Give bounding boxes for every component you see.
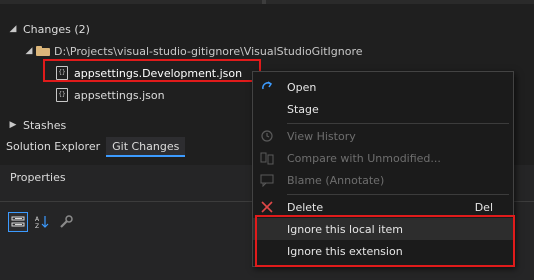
menu-item-label: Delete	[287, 200, 324, 214]
highlight-box-file	[43, 59, 261, 82]
changes-header-label: Changes (2)	[23, 22, 90, 36]
property-pages-button[interactable]	[56, 212, 76, 232]
menu-item-open[interactable]: Open	[253, 76, 513, 98]
menu-item-label: Open	[287, 80, 317, 94]
history-icon	[258, 127, 276, 145]
chevron-down-icon[interactable]: ◢	[24, 46, 34, 56]
chevron-right-icon[interactable]: ▶	[8, 120, 18, 130]
folder-node[interactable]: ◢ D:\Projects\visual-studio-gitignore\Vi…	[24, 42, 363, 60]
menu-separator	[287, 123, 509, 124]
tab-git-changes[interactable]: Git Changes	[106, 137, 186, 157]
menu-item-view-history: View History	[253, 125, 513, 147]
tool-window-tabs: Solution Explorer Git Changes	[0, 137, 186, 157]
alphabetical-button[interactable]: A Z	[32, 212, 52, 232]
tab-solution-explorer[interactable]: Solution Explorer	[0, 137, 106, 157]
menu-item-blame: Blame (Annotate)	[253, 169, 513, 191]
stashes-header-label: Stashes	[23, 118, 67, 132]
menu-item-compare: Compare with Unmodified...	[253, 147, 513, 169]
svg-text:Z: Z	[35, 223, 39, 229]
menu-item-label: Blame (Annotate)	[287, 173, 385, 187]
compare-icon	[258, 149, 276, 167]
folder-path-label: D:\Projects\visual-studio-gitignore\Visu…	[54, 44, 363, 58]
json-file-icon: {}	[56, 88, 68, 102]
categorized-icon	[11, 216, 25, 227]
menu-item-label: View History	[287, 129, 356, 143]
file-name: appsettings.json	[74, 88, 165, 102]
blame-icon	[258, 171, 276, 189]
svg-text:A: A	[35, 216, 40, 223]
alphabetical-icon: A Z	[35, 216, 49, 229]
wrench-icon	[60, 215, 73, 228]
changes-group-header[interactable]: ◢ Changes (2)	[8, 20, 90, 38]
menu-item-shortcut: Del	[474, 200, 493, 214]
stashes-group-header[interactable]: ▶ Stashes	[8, 116, 67, 134]
file-item[interactable]: {} appsettings.json	[56, 86, 165, 104]
menu-item-label: Compare with Unmodified...	[287, 151, 441, 165]
menu-item-stage[interactable]: Stage	[253, 98, 513, 120]
open-icon	[258, 78, 276, 96]
folder-icon	[36, 46, 50, 56]
menu-separator	[287, 194, 509, 195]
properties-title: Properties	[10, 171, 66, 184]
highlight-box-ignore-options	[255, 215, 515, 267]
categorized-button[interactable]	[8, 212, 28, 232]
chevron-down-icon[interactable]: ◢	[8, 24, 18, 34]
properties-toolbar: A Z	[8, 212, 76, 232]
delete-icon	[258, 198, 276, 216]
menu-item-label: Stage	[287, 102, 319, 116]
